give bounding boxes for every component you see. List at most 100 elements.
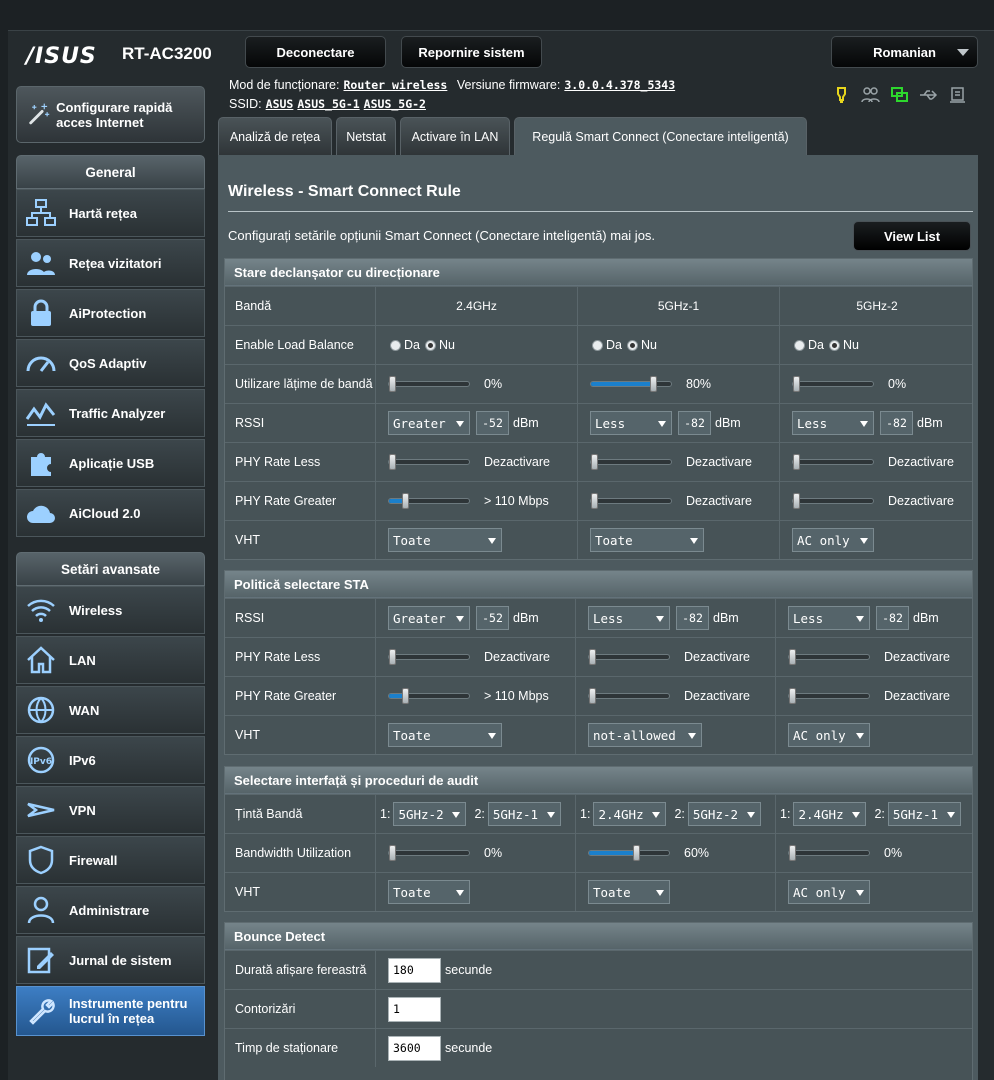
rssi-value-input[interactable]: -52	[476, 606, 509, 630]
disconnect-button[interactable]: Deconectare	[245, 36, 386, 68]
ssid-link[interactable]: ASUS	[266, 97, 294, 111]
radio-button[interactable]	[390, 339, 401, 351]
sidebar-item-aicloud[interactable]: AiCloud 2.0	[16, 489, 205, 537]
slider-handle[interactable]	[589, 649, 596, 665]
sidebar-item-usb-app[interactable]: Aplicație USB	[16, 439, 205, 487]
phy-rate-less-slider[interactable]	[588, 649, 670, 665]
slider-handle[interactable]	[789, 649, 796, 665]
vht-select[interactable]: Toate	[388, 528, 502, 552]
slider-handle[interactable]	[793, 376, 800, 392]
phy-rate-greater-slider[interactable]	[388, 493, 470, 509]
sidebar-item-wireless[interactable]: Wireless	[16, 586, 205, 634]
phy-rate-less-slider[interactable]	[590, 454, 672, 470]
tab-network-analysis[interactable]: Analiză de rețea	[218, 117, 332, 155]
rssi-value-input[interactable]: -52	[476, 411, 509, 435]
radio-nu[interactable]: Nu	[424, 338, 455, 352]
window-time-input[interactable]: 180	[388, 957, 441, 983]
phy-rate-greater-slider[interactable]	[788, 688, 870, 704]
phy-rate-greater-slider[interactable]	[792, 493, 874, 509]
sidebar-item-aiprotection[interactable]: AiProtection	[16, 289, 205, 337]
vht-select[interactable]: Toate	[388, 880, 470, 904]
usb-icon[interactable]	[919, 86, 938, 104]
bandwidth-slider[interactable]	[590, 376, 672, 392]
sidebar-item-qos[interactable]: QoS Adaptiv	[16, 339, 205, 387]
tab-smart-connect-rule[interactable]: Regulă Smart Connect (Conectare intelige…	[514, 117, 807, 155]
printer-icon[interactable]	[948, 86, 967, 104]
rssi-compare-select[interactable]: Less	[788, 606, 870, 630]
rssi-value-input[interactable]: -82	[880, 411, 913, 435]
vht-select[interactable]: AC only	[788, 880, 870, 904]
network-icon[interactable]	[890, 86, 909, 104]
rssi-value-input[interactable]: -82	[676, 606, 709, 630]
ssid-link[interactable]: ASUS_5G-2	[364, 97, 426, 111]
sidebar-item-ipv6[interactable]: IPv6 IPv6	[16, 736, 205, 784]
slider-handle[interactable]	[389, 649, 396, 665]
sidebar-item-wan[interactable]: WAN	[16, 686, 205, 734]
firmware-link[interactable]: 3.0.0.4.378_5343	[564, 78, 675, 92]
bandwidth-slider[interactable]	[792, 376, 874, 392]
phy-rate-less-slider[interactable]	[788, 649, 870, 665]
target-band-select[interactable]: 2.4GHz	[593, 802, 667, 826]
target-band-select[interactable]: 5GHz-1	[487, 802, 561, 826]
phy-rate-greater-slider[interactable]	[590, 493, 672, 509]
radio-nu[interactable]: Nu	[828, 338, 859, 352]
phy-rate-less-slider[interactable]	[388, 649, 470, 665]
reboot-button[interactable]: Repornire sistem	[401, 36, 542, 68]
target-band-select[interactable]: 2.4GHz	[793, 802, 867, 826]
vht-select[interactable]: AC only	[792, 528, 874, 552]
bandwidth-slider[interactable]	[788, 845, 870, 861]
rssi-compare-select[interactable]: Less	[588, 606, 670, 630]
target-band-select[interactable]: 5GHz-1	[887, 802, 961, 826]
slider-handle[interactable]	[589, 688, 596, 704]
radio-da[interactable]: Da	[390, 338, 420, 352]
tab-wake-on-lan[interactable]: Activare în LAN	[400, 117, 510, 155]
bandwidth-slider[interactable]	[388, 845, 470, 861]
radio-button[interactable]	[794, 339, 805, 351]
sidebar-item-guest-network[interactable]: Rețea vizitatori	[16, 239, 205, 287]
slider-handle[interactable]	[591, 454, 598, 470]
language-select[interactable]: Romanian	[831, 36, 978, 68]
radio-nu[interactable]: Nu	[626, 338, 657, 352]
slider-handle[interactable]	[389, 376, 396, 392]
sidebar-item-network-map[interactable]: Hartă rețea	[16, 189, 205, 237]
vht-select[interactable]: Toate	[590, 528, 704, 552]
rssi-compare-select[interactable]: Greater	[388, 411, 470, 435]
ssid-link[interactable]: ASUS_5G-1	[297, 97, 359, 111]
slider-handle[interactable]	[389, 454, 396, 470]
radio-button[interactable]	[626, 339, 638, 351]
slider-handle[interactable]	[793, 493, 800, 509]
rssi-compare-select[interactable]: Less	[792, 411, 874, 435]
radio-button[interactable]	[592, 339, 603, 351]
vht-select[interactable]: Toate	[388, 723, 502, 747]
light-bulb-icon[interactable]	[832, 86, 851, 104]
slider-handle[interactable]	[789, 845, 796, 861]
quick-setup-button[interactable]: Configurare rapidă acces Internet	[16, 86, 205, 143]
view-list-button[interactable]: View List	[853, 221, 971, 251]
tab-netstat[interactable]: Netstat	[336, 117, 396, 155]
sidebar-item-system-log[interactable]: Jurnal de sistem	[16, 936, 205, 984]
radio-button[interactable]	[424, 339, 436, 351]
dwell-time-input[interactable]: 3600	[388, 1035, 441, 1061]
radio-button[interactable]	[828, 339, 840, 351]
vht-select[interactable]: Toate	[588, 880, 670, 904]
vht-select[interactable]: not-allowed	[588, 723, 702, 747]
clients-icon[interactable]	[861, 86, 880, 104]
sidebar-item-firewall[interactable]: Firewall	[16, 836, 205, 884]
rssi-value-input[interactable]: -82	[876, 606, 909, 630]
slider-handle[interactable]	[789, 688, 796, 704]
sidebar-item-traffic-analyzer[interactable]: Traffic Analyzer	[16, 389, 205, 437]
slider-handle[interactable]	[402, 493, 409, 509]
slider-handle[interactable]	[402, 688, 409, 704]
phy-rate-greater-slider[interactable]	[388, 688, 470, 704]
sidebar-item-administration[interactable]: Administrare	[16, 886, 205, 934]
slider-handle[interactable]	[389, 845, 396, 861]
counts-input[interactable]: 1	[388, 996, 441, 1022]
phy-rate-less-slider[interactable]	[388, 454, 470, 470]
phy-rate-greater-slider[interactable]	[588, 688, 670, 704]
target-band-select[interactable]: 5GHz-2	[393, 802, 467, 826]
sidebar-item-network-tools[interactable]: Instrumente pentru lucrul în rețea	[16, 986, 205, 1036]
rssi-compare-select[interactable]: Greater	[388, 606, 470, 630]
slider-handle[interactable]	[793, 454, 800, 470]
bandwidth-slider[interactable]	[388, 376, 470, 392]
slider-handle[interactable]	[650, 376, 657, 392]
